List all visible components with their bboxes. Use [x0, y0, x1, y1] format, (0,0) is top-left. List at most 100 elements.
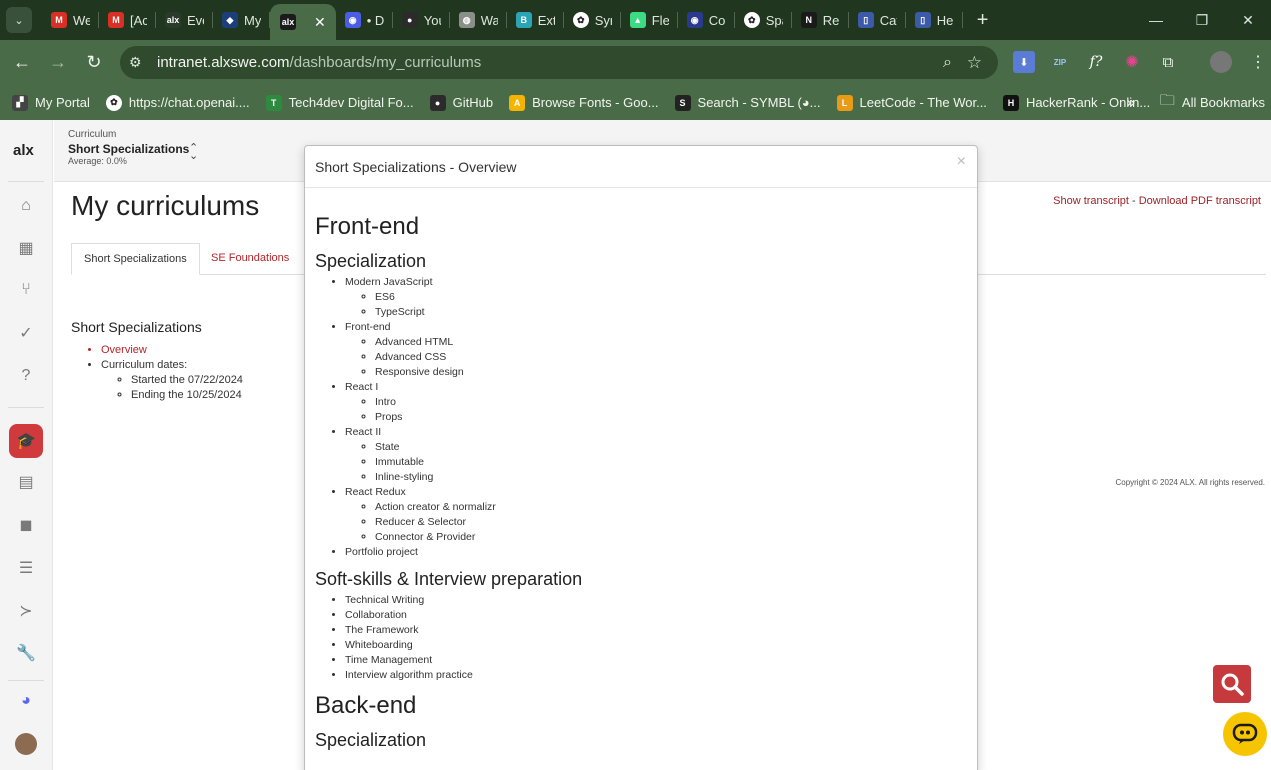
browser-tab[interactable]: N Re: [792, 0, 849, 40]
symbl-icon: S: [674, 94, 691, 111]
browser-tab[interactable]: alx Eve: [156, 0, 213, 40]
azure-icon: ◆: [222, 12, 238, 28]
browser-tab[interactable]: ◉ • D: [336, 0, 393, 40]
user-avatar[interactable]: [15, 733, 37, 755]
browser-tab[interactable]: M [Ac: [99, 0, 156, 40]
softskill-item: Time Management: [345, 653, 967, 668]
more-bookmarks-button[interactable]: »: [1127, 94, 1135, 111]
modal-body[interactable]: Front-end Specialization Modern JavaScri…: [305, 188, 977, 751]
topic-item: Connector & Provider: [375, 530, 967, 545]
document-icon[interactable]: ▤: [15, 471, 37, 493]
download-pdf-transcript-link[interactable]: Download PDF transcript: [1139, 195, 1261, 207]
alx-logo[interactable]: alx: [13, 142, 34, 159]
modal-close-button[interactable]: ×: [957, 153, 966, 171]
curriculum-name[interactable]: Short Specializations: [68, 142, 189, 156]
tab-search-button[interactable]: ⌄: [6, 7, 32, 33]
list-item: Curriculum dates: Started the 07/22/2024…: [101, 358, 243, 403]
browser-tab[interactable]: ● You: [393, 0, 450, 40]
zoom-icon[interactable]: ⌕: [943, 54, 952, 72]
browser-tab[interactable]: ▲ Fle: [621, 0, 678, 40]
curriculum-switch-icon[interactable]: ⌃ ⌄: [189, 143, 198, 162]
overview-link[interactable]: Overview: [101, 343, 243, 358]
browser-tab-label: We: [73, 12, 90, 28]
extensions-puzzle-icon[interactable]: ⧉: [1157, 51, 1179, 73]
minimize-button[interactable]: —: [1133, 0, 1179, 40]
bookmark-item[interactable]: A Browse Fonts - Goo...: [501, 94, 666, 111]
back-button[interactable]: ←: [4, 52, 40, 73]
site-info-icon[interactable]: ⚙: [129, 54, 145, 71]
browser-tab-label: Fle: [651, 12, 669, 28]
omnibox[interactable]: ⚙ intranet.alxswe.com/dashboards/my_curr…: [120, 46, 998, 79]
server-icon[interactable]: ☰: [15, 557, 37, 579]
download-extension-icon[interactable]: ⬇: [1013, 51, 1035, 73]
browser-tab-label: You: [423, 12, 441, 28]
openai-icon: ✿: [105, 94, 122, 111]
check-icon[interactable]: ✓: [15, 322, 37, 344]
restore-button[interactable]: ❐: [1179, 0, 1225, 40]
search-button[interactable]: [1213, 665, 1251, 703]
bookmark-item[interactable]: ▞ My Portal: [4, 94, 98, 111]
tech4dev-icon: T: [265, 94, 282, 111]
overview-modal: Short Specializations - Overview × Front…: [304, 145, 978, 770]
section-title: Short Specializations: [71, 319, 202, 335]
close-tab-icon[interactable]: ✕: [314, 14, 326, 31]
browser-tab[interactable]: B Ext: [507, 0, 564, 40]
bookmark-item[interactable]: ✿ https://chat.openai....: [98, 94, 258, 111]
browser-tab[interactable]: alx ✕: [270, 4, 336, 40]
bookmark-item[interactable]: T Tech4dev Digital Fo...: [258, 94, 422, 111]
reload-button[interactable]: ↻: [76, 52, 112, 73]
formula-extension-icon[interactable]: f?: [1085, 51, 1107, 73]
bookmark-item[interactable]: S Search - SYMBL (◕...: [667, 94, 829, 111]
browser-tab[interactable]: ▯ He: [906, 0, 963, 40]
browser-tab[interactable]: M We: [42, 0, 99, 40]
bookmark-item[interactable]: L LeetCode - The Wor...: [829, 94, 995, 111]
new-tab-button[interactable]: +: [977, 9, 989, 32]
specialization-item: Modern JavaScript ES6TypeScript: [345, 275, 967, 320]
browser-tab-label: Syr: [594, 12, 612, 28]
transcript-links: Show transcript - Download PDF transcrip…: [1053, 195, 1261, 207]
forward-button[interactable]: →: [40, 52, 76, 73]
url-text[interactable]: intranet.alxswe.com/dashboards/my_curric…: [157, 54, 481, 71]
topic-item: Advanced HTML: [375, 335, 967, 350]
globe-icon: ◍: [458, 12, 475, 28]
folder-icon: 🗀: [1159, 92, 1175, 109]
curriculum-cap-icon[interactable]: 🎓: [9, 424, 43, 458]
discord-icon[interactable]: ◕: [15, 690, 37, 712]
start-date: Started the 07/22/2024: [131, 373, 243, 388]
close-window-button[interactable]: ✕: [1225, 0, 1271, 40]
cursor-icon: ◉: [686, 12, 703, 28]
help-icon[interactable]: ?: [15, 365, 37, 387]
show-transcript-link[interactable]: Show transcript: [1053, 195, 1129, 207]
zip-extension-icon[interactable]: ZIP: [1049, 51, 1071, 73]
bookmark-item[interactable]: ● GitHub: [422, 94, 501, 111]
frontend-heading: Front-end: [315, 213, 420, 240]
home-icon[interactable]: ⌂: [15, 195, 37, 217]
profile-avatar[interactable]: [1210, 51, 1232, 73]
browser-tab[interactable]: ◍ Wa: [450, 0, 507, 40]
branch-icon[interactable]: ⑂: [15, 279, 37, 301]
browser-tab[interactable]: ◆ My: [213, 0, 270, 40]
portal-icon: ▞: [12, 94, 28, 111]
chatbot-icon: [1232, 723, 1258, 744]
browser-tab[interactable]: ◉ Co: [678, 0, 735, 40]
specialization-item: React II StateImmutableInline-styling: [345, 425, 967, 485]
all-bookmarks-button[interactable]: 🗀 All Bookmarks: [1160, 90, 1265, 115]
terminal-icon[interactable]: ≻: [15, 600, 37, 622]
browser-tab-label: Spa: [765, 12, 783, 28]
tab-se-foundations[interactable]: SE Foundations: [199, 243, 301, 275]
chat-assistant-button[interactable]: [1223, 712, 1267, 756]
calendar-icon[interactable]: ▦: [15, 237, 37, 259]
specialization-item-label: React II: [345, 426, 382, 438]
browser-tab[interactable]: ✿ Syr: [564, 0, 621, 40]
browser-menu-icon[interactable]: ⋮: [1247, 51, 1269, 73]
wrench-icon[interactable]: 🔧: [15, 642, 37, 664]
tab-short-specializations[interactable]: Short Specializations: [71, 243, 200, 275]
color-picker-extension-icon[interactable]: ✺: [1121, 51, 1143, 73]
alx-icon: alx: [280, 14, 296, 30]
browser-tab[interactable]: ✿ Spa: [735, 0, 792, 40]
gmail-icon: M: [108, 12, 124, 28]
chat-icon[interactable]: ◼: [15, 514, 37, 536]
bookmark-star-icon[interactable]: ☆: [967, 53, 982, 73]
browser-tab[interactable]: ▯ Cat: [849, 0, 906, 40]
backend-specialization-heading: Specialization: [315, 730, 427, 750]
